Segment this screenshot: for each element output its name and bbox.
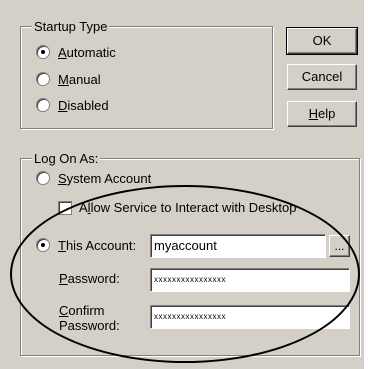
radio-disabled-label: Disabled [58, 97, 109, 113]
confirm-password-field[interactable]: xxxxxxxxxxxxxxxx [150, 305, 350, 329]
radio-disabled-indicator[interactable] [36, 98, 50, 112]
browse-account-button[interactable]: ... [329, 235, 350, 257]
log-on-as-legend: Log On As: [32, 151, 101, 166]
radio-system-account-indicator[interactable] [36, 171, 50, 185]
confirm-password-label: Confirm Password: [59, 303, 120, 333]
interact-desktop-label: Allow Service to Interact with Desktop [79, 200, 297, 215]
radio-this-account-indicator[interactable] [36, 238, 50, 252]
radio-manual-label: Manual [58, 71, 101, 87]
radio-automatic-indicator[interactable] [36, 45, 50, 59]
radio-system-account[interactable]: System Account [36, 169, 151, 187]
password-field[interactable]: xxxxxxxxxxxxxxxx [150, 268, 350, 292]
startup-type-legend: Startup Type [32, 19, 110, 34]
radio-disabled[interactable]: Disabled [36, 96, 109, 114]
radio-automatic[interactable]: Automatic [36, 43, 116, 61]
radio-this-account-label: This Account: [58, 237, 137, 253]
radio-manual-indicator[interactable] [36, 72, 50, 86]
ok-button[interactable]: OK [286, 27, 358, 55]
radio-automatic-label: Automatic [58, 44, 116, 60]
password-label: Password: [59, 271, 120, 286]
radio-system-account-label: System Account [58, 170, 152, 186]
interact-desktop-checkbox[interactable] [58, 201, 72, 215]
radio-manual[interactable]: Manual [36, 70, 101, 88]
help-button[interactable]: Help [287, 101, 357, 127]
radio-this-account[interactable]: This Account: [36, 236, 136, 254]
service-dialog: Startup Type Automatic Manual Disabled O… [0, 0, 364, 369]
cancel-button[interactable]: Cancel [287, 64, 357, 90]
account-input[interactable]: myaccount [150, 234, 326, 258]
dialog-right-edge [364, 0, 368, 369]
